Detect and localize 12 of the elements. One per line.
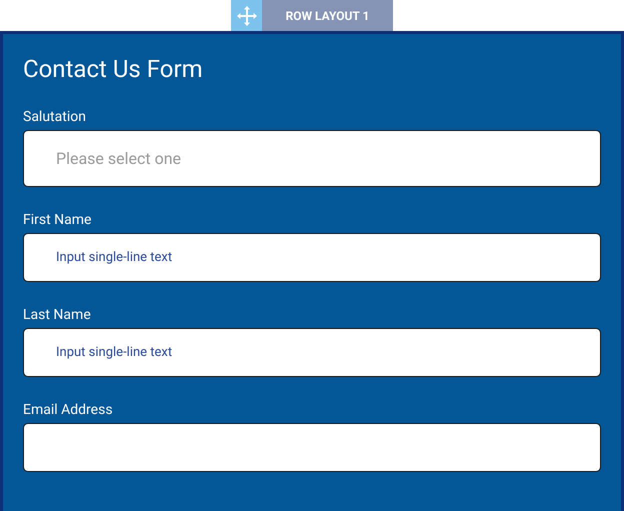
input-field[interactable]: Input single-line text	[23, 233, 601, 282]
move-icon	[236, 6, 256, 26]
select-field[interactable]: Please select one	[23, 130, 601, 187]
field-label: Last Name	[23, 306, 92, 324]
input-field[interactable]	[23, 423, 601, 472]
form-title: Contact Us Form	[23, 54, 204, 84]
move-handle[interactable]	[231, 0, 262, 31]
field-label: Email Address	[23, 401, 114, 419]
field-label: First Name	[23, 211, 92, 229]
row-layout-tab[interactable]: ROW LAYOUT 1	[262, 0, 393, 31]
field-label: Salutation	[23, 108, 87, 126]
input-field[interactable]: Input single-line text	[23, 328, 601, 377]
